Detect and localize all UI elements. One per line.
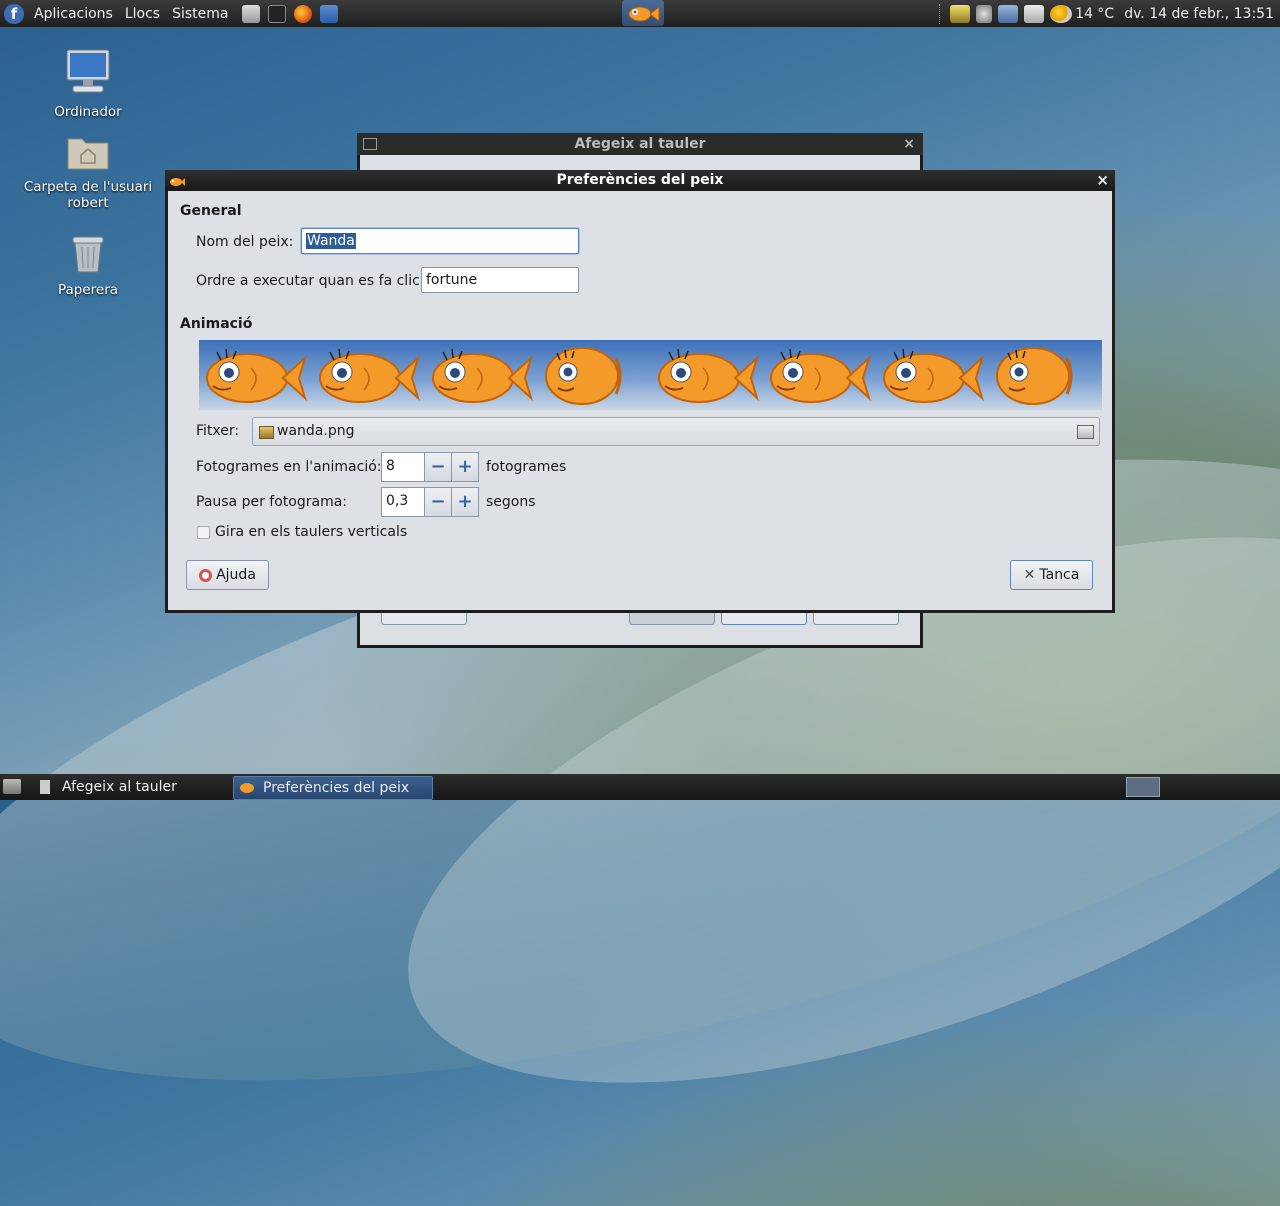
workspace-switcher[interactable] — [1126, 777, 1160, 797]
plus-icon[interactable]: + — [452, 452, 479, 482]
help-button-label: Ajuda — [216, 567, 256, 583]
frames-value[interactable]: 8 — [381, 452, 425, 482]
plus-icon[interactable]: + — [452, 487, 479, 517]
fish-preferences-dialog[interactable]: Preferències del peix × General Nom del … — [165, 170, 1115, 613]
task-fish-preferences[interactable]: Preferències del peix — [233, 776, 433, 800]
window-title: Afegeix al tauler — [574, 136, 706, 152]
pause-value[interactable]: 0,3 — [381, 487, 425, 517]
help-icon — [199, 568, 213, 582]
window-titlebar[interactable]: Afegeix al tauler × — [357, 133, 923, 155]
display-icon[interactable] — [950, 4, 971, 23]
dialog-titlebar[interactable]: Preferències del peix × — [165, 170, 1115, 191]
fish-frame — [538, 340, 650, 410]
window-menu-icon[interactable] — [363, 138, 377, 150]
computer-icon — [18, 48, 158, 100]
fish-frame — [763, 340, 875, 410]
desktop-icon-home[interactable]: Carpeta de l'usuari robert — [18, 131, 158, 211]
general-heading: General — [180, 203, 242, 219]
close-icon[interactable]: × — [1096, 170, 1109, 191]
printer-icon[interactable] — [1024, 4, 1045, 23]
minus-icon[interactable]: − — [425, 487, 452, 517]
minus-icon[interactable]: − — [425, 452, 452, 482]
folder-icon — [1077, 425, 1094, 439]
file-chooser-value: wanda.png — [277, 423, 355, 439]
window-icon — [40, 780, 50, 794]
clock[interactable]: dv. 14 de febr., 13:51 — [1124, 6, 1274, 22]
fedora-icon[interactable]: f — [4, 3, 24, 24]
volume-icon[interactable] — [976, 4, 993, 23]
terminal-icon[interactable] — [268, 4, 287, 23]
menu-system[interactable]: Sistema — [166, 6, 234, 22]
trash-icon — [18, 234, 158, 278]
menu-applications[interactable]: Aplicacions — [28, 6, 119, 22]
dialog-content: General Nom del peix: Wanda Ordre a exec… — [168, 191, 1112, 610]
home-folder-icon — [18, 131, 158, 175]
fish-name-input[interactable]: Wanda — [301, 228, 579, 254]
fish-frame — [425, 340, 537, 410]
command-input[interactable]: fortune — [421, 267, 579, 293]
weather-icon[interactable] — [1050, 4, 1073, 23]
file-manager-icon[interactable] — [242, 4, 261, 23]
file-chooser-button[interactable]: wanda.png — [252, 417, 1100, 446]
close-button-label: Tanca — [1039, 567, 1080, 583]
fish-icon — [240, 783, 254, 793]
close-button[interactable]: ✕ Tanca — [1010, 560, 1093, 590]
image-file-icon — [259, 426, 274, 439]
close-icon[interactable]: × — [903, 133, 915, 155]
desktop-icon-label: Paperera — [57, 282, 119, 298]
show-desktop-icon[interactable] — [3, 779, 21, 794]
pause-label: Pausa per fotograma: — [196, 494, 347, 510]
fish-frame — [876, 340, 988, 410]
menu-places[interactable]: Llocs — [119, 6, 166, 22]
frames-label: Fotogrames en l'animació: — [196, 459, 382, 475]
fish-name-value: Wanda — [306, 233, 356, 249]
close-icon: ✕ — [1023, 567, 1036, 583]
task-label: Preferències del peix — [263, 780, 410, 796]
rotate-label[interactable]: Gira en els taulers verticals — [215, 524, 407, 540]
fish-frame — [989, 340, 1101, 410]
firefox-icon[interactable] — [294, 4, 313, 23]
temperature-label[interactable]: 14 °C — [1075, 6, 1114, 22]
network-icon[interactable] — [998, 4, 1019, 23]
help-button[interactable]: Ajuda — [186, 560, 269, 590]
rotate-checkbox[interactable] — [197, 526, 210, 539]
dialog-title: Preferències del peix — [556, 172, 724, 188]
top-panel: f Aplicacions Llocs Sistema 14 °C dv. 14… — [0, 0, 1280, 27]
pause-unit: segons — [486, 494, 536, 510]
animation-preview — [199, 340, 1102, 410]
desktop-icon-label: Carpeta de l'usuari robert — [23, 179, 153, 211]
task-add-to-panel[interactable]: Afegeix al tauler — [36, 776, 226, 798]
desktop-icon-label: Ordinador — [54, 104, 122, 120]
fish-frame — [199, 340, 311, 410]
desktop-icon-trash[interactable]: Paperera — [18, 234, 158, 298]
fish-name-label: Nom del peix: — [196, 234, 294, 250]
fish-frame — [651, 340, 763, 410]
system-tray: 14 °C dv. 14 de febr., 13:51 — [939, 0, 1280, 27]
fish-frame — [312, 340, 424, 410]
frames-spinbutton[interactable]: 8 − + — [381, 452, 479, 482]
file-label: Fitxer: — [196, 423, 240, 439]
bottom-panel: Afegeix al tauler Preferències del peix — [0, 774, 1280, 800]
task-label: Afegeix al tauler — [62, 779, 177, 795]
fish-applet-icon[interactable] — [622, 0, 664, 26]
animation-heading: Animació — [180, 316, 253, 332]
desktop-icon-computer[interactable]: Ordinador — [18, 48, 158, 120]
command-label: Ordre a executar quan es fa clic: — [196, 273, 425, 289]
mail-icon[interactable] — [320, 4, 339, 23]
pause-spinbutton[interactable]: 0,3 − + — [381, 487, 479, 517]
frames-unit: fotogrames — [486, 459, 567, 475]
